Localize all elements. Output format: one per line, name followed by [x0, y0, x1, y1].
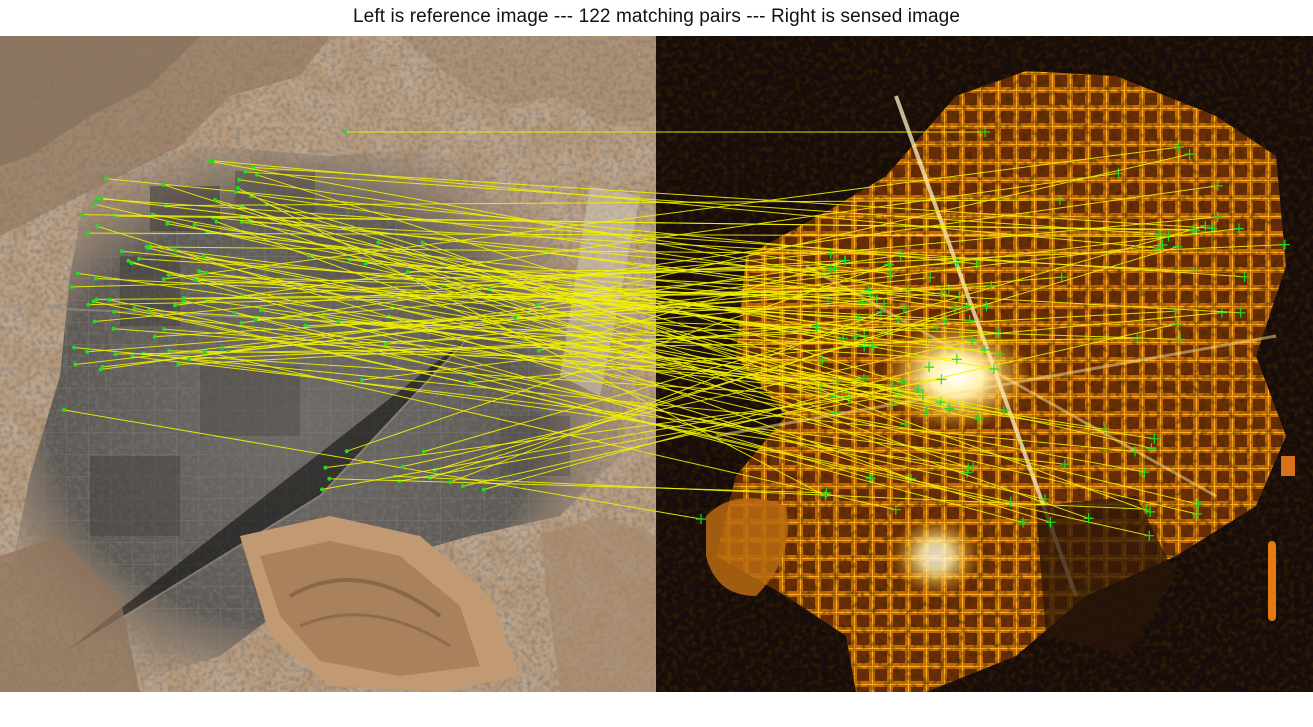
sensed-image	[656, 36, 1313, 692]
figure-title: Left is reference image --- 122 matching…	[352, 6, 960, 27]
reference-image-art	[0, 36, 656, 692]
sensed-image-art	[656, 36, 1313, 692]
reference-image	[0, 36, 656, 692]
